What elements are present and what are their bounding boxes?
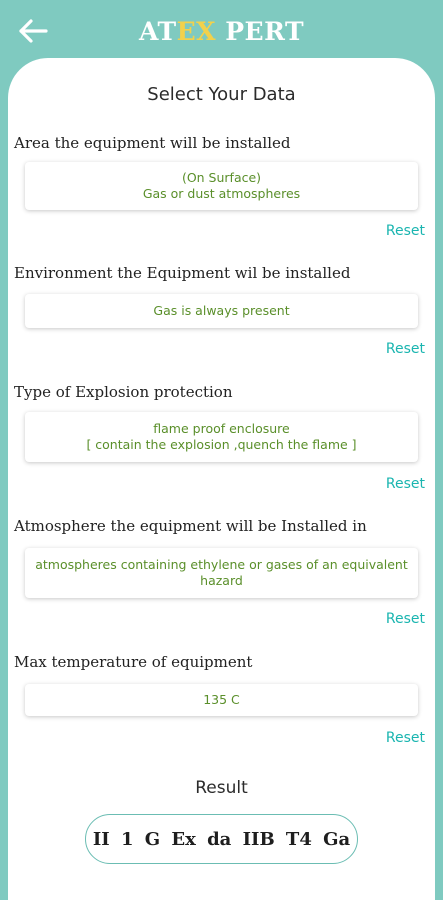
result-value-badge: II 1 G Ex da IIB T4 Ga: [85, 814, 358, 864]
area-value-field[interactable]: (On Surface) Gas or dust atmospheres: [25, 162, 418, 210]
atmosphere-label: Atmosphere the equipment will be Install…: [14, 517, 367, 535]
content-card: Select Your Data Area the equipment will…: [8, 58, 435, 900]
page-title: Select Your Data: [147, 84, 296, 105]
logo-part-pert: PERT: [225, 17, 305, 46]
environment-value-field[interactable]: Gas is always present: [25, 294, 418, 328]
environment-label: Environment the Equipment wil be install…: [14, 264, 351, 282]
atmosphere-reset-link[interactable]: Reset: [386, 611, 425, 627]
app-header: ATEX PERT: [0, 0, 443, 62]
protection-value-field[interactable]: flame proof enclosure [ contain the expl…: [25, 412, 418, 462]
max-temperature-value-field[interactable]: 135 C: [25, 684, 418, 716]
protection-reset-link[interactable]: Reset: [386, 476, 425, 492]
atmosphere-value-field[interactable]: atmospheres containing ethylene or gases…: [25, 548, 418, 598]
max-temperature-label: Max temperature of equipment: [14, 653, 253, 671]
app-logo-title: ATEX PERT: [0, 17, 443, 46]
logo-part-at: AT: [138, 17, 177, 46]
protection-label: Type of Explosion protection: [14, 383, 233, 401]
logo-part-ex: EX: [176, 17, 217, 46]
result-label: Result: [195, 778, 248, 798]
environment-reset-link[interactable]: Reset: [386, 341, 425, 357]
area-label: Area the equipment will be installed: [14, 134, 291, 152]
max-temperature-reset-link[interactable]: Reset: [386, 730, 425, 746]
area-reset-link[interactable]: Reset: [386, 223, 425, 239]
